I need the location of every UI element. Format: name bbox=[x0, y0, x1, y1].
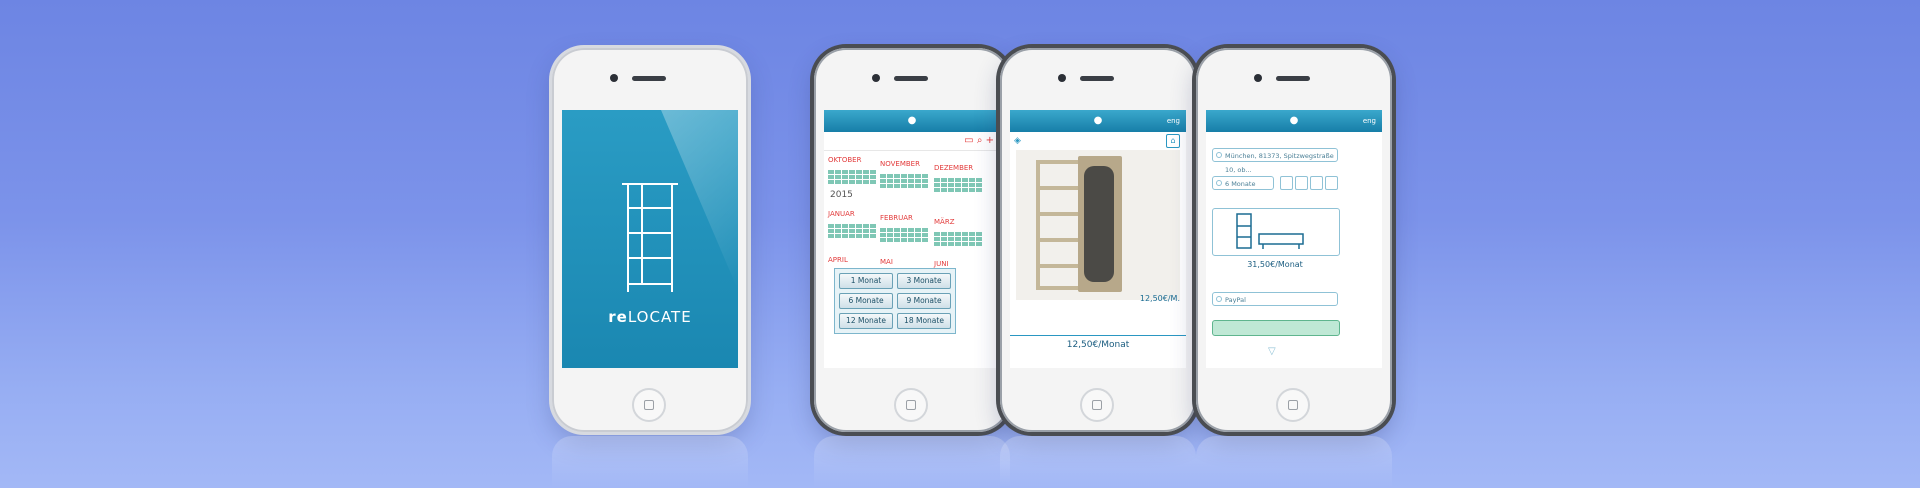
location-icon[interactable]: ◈ bbox=[1014, 136, 1021, 146]
duration-option[interactable]: 18 Monate bbox=[897, 313, 951, 329]
plus-icon[interactable]: + bbox=[986, 135, 994, 146]
month-label: DEZEMBER bbox=[934, 164, 974, 172]
speaker bbox=[1276, 76, 1310, 81]
product-price: 12,50€/Monat bbox=[1010, 335, 1186, 350]
month-label: APRIL bbox=[828, 256, 848, 264]
duration-option[interactable]: 1 Monat bbox=[839, 273, 893, 289]
submit-button[interactable] bbox=[1212, 320, 1340, 336]
phone-booking-form: ● eng München, 81373, Spitzwegstraße 10, … bbox=[1196, 48, 1392, 432]
duration-field[interactable]: 6 Monate bbox=[1212, 176, 1274, 190]
month-grid[interactable] bbox=[934, 178, 982, 192]
front-camera bbox=[1058, 74, 1066, 82]
app-header: ● eng bbox=[1010, 110, 1186, 132]
chevron-down-icon[interactable]: ▽ bbox=[1268, 346, 1276, 357]
month-grid[interactable] bbox=[934, 232, 982, 246]
home-button[interactable] bbox=[1080, 388, 1114, 422]
speaker bbox=[894, 76, 928, 81]
price-badge: 12,50€/M. bbox=[1139, 294, 1180, 303]
month-label: JANUAR bbox=[828, 210, 855, 218]
home-button[interactable] bbox=[1276, 388, 1310, 422]
location-icon bbox=[1216, 152, 1222, 158]
selected-items-box[interactable] bbox=[1212, 208, 1340, 256]
month-label: OKTOBER bbox=[828, 156, 862, 164]
home-icon[interactable]: ⌂ bbox=[1166, 134, 1180, 148]
front-camera bbox=[1254, 74, 1262, 82]
address-field[interactable]: München, 81373, Spitzwegstraße 10, ob... bbox=[1212, 148, 1338, 174]
app-header: ● bbox=[824, 110, 1000, 132]
total-price: 31,50€/Monat bbox=[1247, 260, 1303, 269]
duration-picker: 1 Monat 3 Monate 6 Monate 9 Monate 12 Mo… bbox=[834, 268, 956, 334]
year-label: 2015 bbox=[830, 190, 853, 200]
phone-reflection bbox=[1000, 436, 1196, 488]
booking-screen: ● eng München, 81373, Spitzwegstraße 10, … bbox=[1206, 110, 1382, 368]
month-grid[interactable] bbox=[828, 224, 876, 238]
item-size-selector[interactable] bbox=[1280, 176, 1338, 190]
phone-product: ● eng ◈ ⌂ 12,50€/M. 12,50€/Monat bbox=[1000, 48, 1196, 432]
product-image bbox=[1016, 150, 1180, 300]
brand-logo-text: reLOCATE bbox=[608, 308, 692, 326]
apple-icon: ● bbox=[907, 115, 917, 126]
duration-option[interactable]: 6 Monate bbox=[839, 293, 893, 309]
wardrobe-door-image bbox=[1078, 156, 1122, 292]
phone-splash: reLOCATE bbox=[552, 48, 748, 432]
duration-option[interactable]: 3 Monate bbox=[897, 273, 951, 289]
clock-icon bbox=[1216, 180, 1222, 186]
month-grid[interactable] bbox=[880, 174, 928, 188]
phone-reflection bbox=[814, 436, 1010, 488]
paypal-icon bbox=[1216, 296, 1222, 302]
apple-icon: ● bbox=[1093, 115, 1103, 126]
duration-option[interactable]: 12 Monate bbox=[839, 313, 893, 329]
app-header: ● eng bbox=[1206, 110, 1382, 132]
furniture-icon bbox=[1236, 213, 1304, 249]
front-camera bbox=[610, 74, 618, 82]
phone-reflection bbox=[1196, 436, 1392, 488]
shelf-logo-icon bbox=[622, 183, 678, 292]
month-label: MAI bbox=[880, 258, 893, 266]
calendar-toolbar: ▭ ⌕ + bbox=[824, 132, 1000, 151]
speaker bbox=[632, 76, 666, 81]
payment-field[interactable]: PayPal bbox=[1212, 292, 1338, 306]
month-label: NOVEMBER bbox=[880, 160, 920, 168]
language-toggle[interactable]: eng bbox=[1363, 110, 1376, 132]
speaker bbox=[1080, 76, 1114, 81]
month-grid[interactable] bbox=[828, 170, 876, 184]
search-icon[interactable]: ⌕ bbox=[977, 135, 983, 146]
month-label: MÄRZ bbox=[934, 218, 955, 226]
apple-icon: ● bbox=[1289, 115, 1299, 126]
phone-reflection bbox=[552, 436, 748, 488]
language-toggle[interactable]: eng bbox=[1167, 110, 1180, 132]
duration-option[interactable]: 9 Monate bbox=[897, 293, 951, 309]
splash-screen: reLOCATE bbox=[562, 110, 738, 368]
phone-calendar: ● ▭ ⌕ + OKTOBER NOVEMBER DEZEMBER 2015 J… bbox=[814, 48, 1010, 432]
home-button[interactable] bbox=[632, 388, 666, 422]
front-camera bbox=[872, 74, 880, 82]
calendar-screen: ● ▭ ⌕ + OKTOBER NOVEMBER DEZEMBER 2015 J… bbox=[824, 110, 1000, 368]
home-button[interactable] bbox=[894, 388, 928, 422]
month-label: JUNI bbox=[934, 260, 949, 268]
month-grid[interactable] bbox=[880, 228, 928, 242]
product-screen: ● eng ◈ ⌂ 12,50€/M. 12,50€/Monat bbox=[1010, 110, 1186, 368]
cart-icon[interactable]: ▭ bbox=[964, 135, 973, 146]
month-label: FEBRUAR bbox=[880, 214, 913, 222]
